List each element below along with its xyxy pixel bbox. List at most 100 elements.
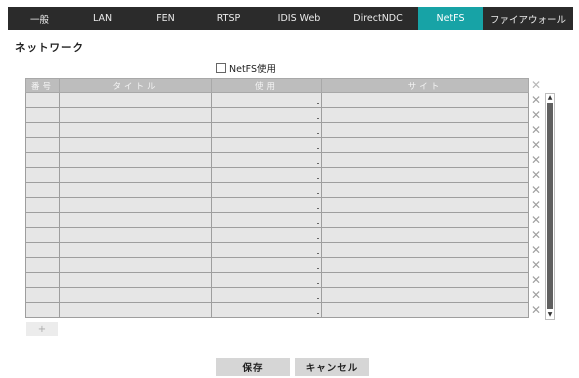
title-cell[interactable] bbox=[59, 182, 212, 198]
use-cell[interactable] bbox=[211, 167, 322, 183]
delete-row-icon[interactable]: ✕ bbox=[529, 302, 543, 317]
checkbox-box[interactable] bbox=[216, 63, 226, 73]
use-cell[interactable] bbox=[211, 92, 322, 108]
site-cell[interactable] bbox=[321, 167, 529, 183]
use-cell[interactable] bbox=[211, 242, 322, 258]
title-cell[interactable] bbox=[59, 137, 212, 153]
delete-row-icon[interactable]: ✕ bbox=[529, 122, 543, 137]
number-cell[interactable] bbox=[25, 227, 60, 243]
site-cell[interactable] bbox=[321, 122, 529, 138]
table-row[interactable] bbox=[25, 107, 529, 123]
table-row[interactable] bbox=[25, 152, 529, 168]
delete-row-icon[interactable]: ✕ bbox=[529, 182, 543, 197]
table-row[interactable] bbox=[25, 137, 529, 153]
site-cell[interactable] bbox=[321, 152, 529, 168]
tab-rtsp[interactable]: RTSP bbox=[197, 7, 260, 30]
use-cell[interactable] bbox=[211, 182, 322, 198]
table-row[interactable] bbox=[25, 272, 529, 288]
site-cell[interactable] bbox=[321, 197, 529, 213]
delete-row-icon[interactable]: ✕ bbox=[529, 212, 543, 227]
site-cell[interactable] bbox=[321, 227, 529, 243]
title-cell[interactable] bbox=[59, 107, 212, 123]
scroll-down-icon[interactable]: ▼ bbox=[546, 311, 554, 319]
number-cell[interactable] bbox=[25, 137, 60, 153]
site-cell[interactable] bbox=[321, 212, 529, 228]
table-row[interactable] bbox=[25, 122, 529, 138]
title-cell[interactable] bbox=[59, 272, 212, 288]
use-cell[interactable] bbox=[211, 227, 322, 243]
use-cell[interactable] bbox=[211, 137, 322, 153]
site-cell[interactable] bbox=[321, 272, 529, 288]
title-cell[interactable] bbox=[59, 257, 212, 273]
site-cell[interactable] bbox=[321, 257, 529, 273]
use-cell[interactable] bbox=[211, 197, 322, 213]
number-cell[interactable] bbox=[25, 272, 60, 288]
table-scrollbar[interactable]: ▲ ▼ bbox=[545, 93, 555, 320]
table-row[interactable] bbox=[25, 242, 529, 258]
table-row[interactable] bbox=[25, 257, 529, 273]
use-cell[interactable] bbox=[211, 287, 322, 303]
number-cell[interactable] bbox=[25, 212, 60, 228]
save-button[interactable]: 保存 bbox=[216, 358, 290, 376]
title-cell[interactable] bbox=[59, 197, 212, 213]
title-cell[interactable] bbox=[59, 302, 212, 318]
number-cell[interactable] bbox=[25, 302, 60, 318]
tab-fen[interactable]: FEN bbox=[134, 7, 197, 30]
table-row[interactable] bbox=[25, 287, 529, 303]
tab-idis-web[interactable]: IDIS Web bbox=[260, 7, 338, 30]
delete-row-icon[interactable]: ✕ bbox=[529, 272, 543, 287]
use-cell[interactable] bbox=[211, 257, 322, 273]
table-row[interactable] bbox=[25, 92, 529, 108]
number-cell[interactable] bbox=[25, 182, 60, 198]
title-cell[interactable] bbox=[59, 227, 212, 243]
number-cell[interactable] bbox=[25, 257, 60, 273]
tab-firewall[interactable]: ファイアウォール bbox=[483, 7, 573, 30]
delete-row-icon[interactable]: ✕ bbox=[529, 287, 543, 302]
title-cell[interactable] bbox=[59, 152, 212, 168]
scroll-up-icon[interactable]: ▲ bbox=[546, 94, 554, 102]
tab-lan[interactable]: LAN bbox=[71, 7, 134, 30]
title-cell[interactable] bbox=[59, 242, 212, 258]
number-cell[interactable] bbox=[25, 122, 60, 138]
title-cell[interactable] bbox=[59, 167, 212, 183]
delete-row-icon[interactable]: ✕ bbox=[529, 107, 543, 122]
table-row[interactable] bbox=[25, 302, 529, 318]
delete-row-icon[interactable]: ✕ bbox=[529, 137, 543, 152]
number-cell[interactable] bbox=[25, 167, 60, 183]
title-cell[interactable] bbox=[59, 287, 212, 303]
site-cell[interactable] bbox=[321, 242, 529, 258]
site-cell[interactable] bbox=[321, 137, 529, 153]
use-cell[interactable] bbox=[211, 122, 322, 138]
delete-row-icon[interactable]: ✕ bbox=[529, 167, 543, 182]
number-cell[interactable] bbox=[25, 287, 60, 303]
number-cell[interactable] bbox=[25, 107, 60, 123]
tab-directndc[interactable]: DirectNDC bbox=[338, 7, 418, 30]
delete-row-icon[interactable]: ✕ bbox=[529, 227, 543, 242]
tab-general[interactable]: 一般 bbox=[8, 7, 71, 30]
tab-netfs[interactable]: NetFS bbox=[418, 7, 483, 30]
site-cell[interactable] bbox=[321, 182, 529, 198]
site-cell[interactable] bbox=[321, 92, 529, 108]
delete-row-icon[interactable]: ✕ bbox=[529, 197, 543, 212]
netfs-enable-checkbox[interactable]: NetFS使用 bbox=[216, 61, 276, 75]
delete-row-icon[interactable]: ✕ bbox=[529, 92, 543, 107]
site-cell[interactable] bbox=[321, 287, 529, 303]
add-row-button[interactable]: + bbox=[26, 322, 58, 336]
number-cell[interactable] bbox=[25, 152, 60, 168]
use-cell[interactable] bbox=[211, 212, 322, 228]
table-row[interactable] bbox=[25, 212, 529, 228]
table-row[interactable] bbox=[25, 197, 529, 213]
use-cell[interactable] bbox=[211, 107, 322, 123]
delete-row-icon[interactable]: ✕ bbox=[529, 242, 543, 257]
table-row[interactable] bbox=[25, 227, 529, 243]
use-cell[interactable] bbox=[211, 302, 322, 318]
number-cell[interactable] bbox=[25, 242, 60, 258]
scrollbar-thumb[interactable] bbox=[547, 103, 553, 309]
table-row[interactable] bbox=[25, 182, 529, 198]
number-cell[interactable] bbox=[25, 197, 60, 213]
table-row[interactable] bbox=[25, 167, 529, 183]
site-cell[interactable] bbox=[321, 107, 529, 123]
site-cell[interactable] bbox=[321, 302, 529, 318]
title-cell[interactable] bbox=[59, 122, 212, 138]
cancel-button[interactable]: キャンセル bbox=[295, 358, 369, 376]
